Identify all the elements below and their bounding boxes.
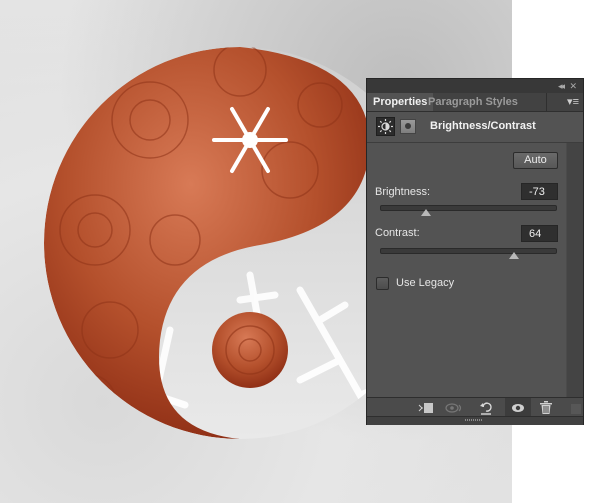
close-panel-icon[interactable]: ✕ (569, 80, 577, 92)
contrast-input[interactable] (521, 225, 558, 242)
panel-resize-handle[interactable] (465, 419, 483, 421)
brightness-slider-thumb[interactable] (420, 209, 431, 216)
brightness-contrast-icon[interactable] (376, 117, 395, 136)
clip-to-layer-button[interactable] (415, 398, 437, 417)
clip-to-layer-icon (418, 402, 433, 413)
eye-previous-icon (445, 402, 462, 413)
auto-button[interactable]: Auto (513, 152, 558, 169)
properties-panel: ◂◂ ✕ Properties Paragraph Styles ▾≡ Brig… (366, 78, 584, 425)
adjustment-title: Brightness/Contrast (430, 120, 536, 132)
view-previous-state-button[interactable] (443, 398, 465, 417)
brightness-input[interactable] (521, 183, 558, 200)
reset-icon (480, 401, 492, 415)
use-legacy-label: Use Legacy (396, 277, 455, 289)
collapse-panel-icon[interactable]: ◂◂ (558, 80, 565, 92)
resize-grip[interactable] (571, 404, 581, 414)
contrast-label: Contrast: (375, 227, 420, 239)
panel-bottom-bar (367, 416, 583, 425)
panel-content: Auto Brightness: Contrast: Use Legacy (367, 143, 567, 397)
delete-button[interactable] (535, 398, 557, 417)
eye-icon (512, 403, 524, 412)
brightness-label: Brightness: (375, 186, 431, 198)
trash-icon (540, 401, 552, 414)
brightness-slider[interactable] (380, 205, 557, 216)
panel-scrollbar[interactable] (566, 143, 583, 397)
contrast-slider-thumb[interactable] (509, 252, 519, 259)
contrast-slider[interactable] (380, 248, 557, 259)
panel-footer (367, 397, 583, 417)
panel-titlebar[interactable]: ◂◂ ✕ (367, 79, 583, 93)
use-legacy-checkbox[interactable] (376, 277, 389, 290)
panel-tabbar: Properties Paragraph Styles ▾≡ (367, 93, 583, 112)
tab-paragraph-styles[interactable]: Paragraph Styles (422, 93, 547, 111)
reset-button[interactable] (475, 398, 497, 417)
rose-eye (212, 312, 288, 388)
toggle-visibility-button[interactable] (505, 398, 531, 417)
adjustment-header: Brightness/Contrast (367, 112, 583, 143)
layer-mask-icon[interactable] (400, 119, 416, 134)
panel-menu-icon[interactable]: ▾≡ (567, 95, 579, 108)
